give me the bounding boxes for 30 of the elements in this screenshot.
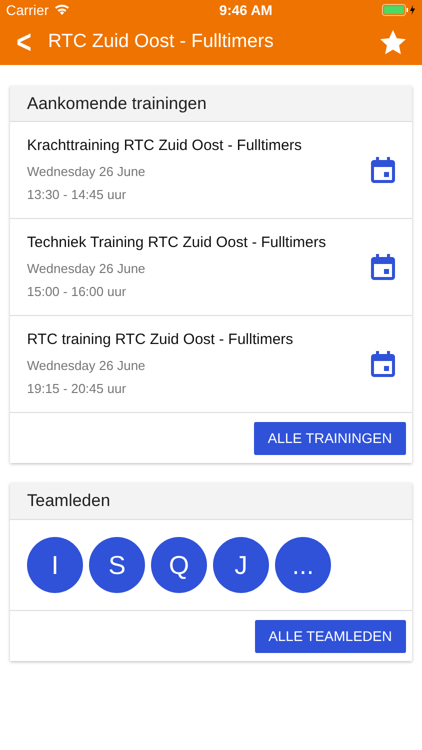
training-time: 13:30 - 14:45 uur [27, 186, 128, 204]
calendar-icon[interactable] [371, 157, 395, 183]
member-avatar[interactable]: ... [275, 537, 331, 593]
battery-icon [382, 4, 416, 16]
training-date: Wednesday 26 June [27, 356, 146, 375]
member-avatar[interactable]: S [89, 537, 145, 593]
member-avatar[interactable]: Q [151, 537, 207, 593]
member-avatar[interactable]: J [213, 537, 269, 593]
page-title: RTC Zuid Oost - Fulltimers [48, 30, 275, 54]
star-icon[interactable] [380, 30, 406, 55]
member-avatar[interactable]: I [27, 537, 83, 593]
calendar-icon[interactable] [371, 351, 395, 377]
card-title: Aankomende trainingen [27, 92, 207, 115]
calendar-icon[interactable] [371, 254, 395, 280]
carrier-label: Carrier [6, 0, 49, 20]
training-row[interactable]: RTC training RTC Zuid Oost - Fulltimers Wednesday 26 June 19:15 - 20:45 uur [10, 316, 412, 413]
training-name: Krachttraining RTC Zuid Oost - Fulltimers [27, 136, 303, 156]
card-title: Teamleden [27, 490, 110, 512]
training-name: RTC training RTC Zuid Oost - Fulltimers [27, 330, 294, 350]
training-date: Wednesday 26 June [27, 162, 146, 181]
training-row[interactable]: Krachttraining RTC Zuid Oost - Fulltimers Wednesday 26 June 13:30 - 14:45 uur [10, 122, 412, 219]
training-time: 15:00 - 16:00 uur [27, 283, 128, 302]
clock-label: 9:46 AM [219, 0, 272, 20]
training-row[interactable]: Techniek Training RTC Zuid Oost - Fulltimers Wednesday 26 June 15:00 - 16:00 uur [10, 219, 412, 316]
training-date: Wednesday 26 June [27, 260, 146, 278]
all-trainings-button[interactable]: ALLE TRAININGEN [254, 422, 406, 454]
all-members-button[interactable]: ALLE TEAMLEDEN [254, 620, 406, 652]
wifi-icon [54, 4, 70, 16]
training-name: Techniek Training RTC Zuid Oost - Fulltimers [27, 233, 327, 254]
training-time: 19:15 - 20:45 uur [27, 380, 128, 398]
